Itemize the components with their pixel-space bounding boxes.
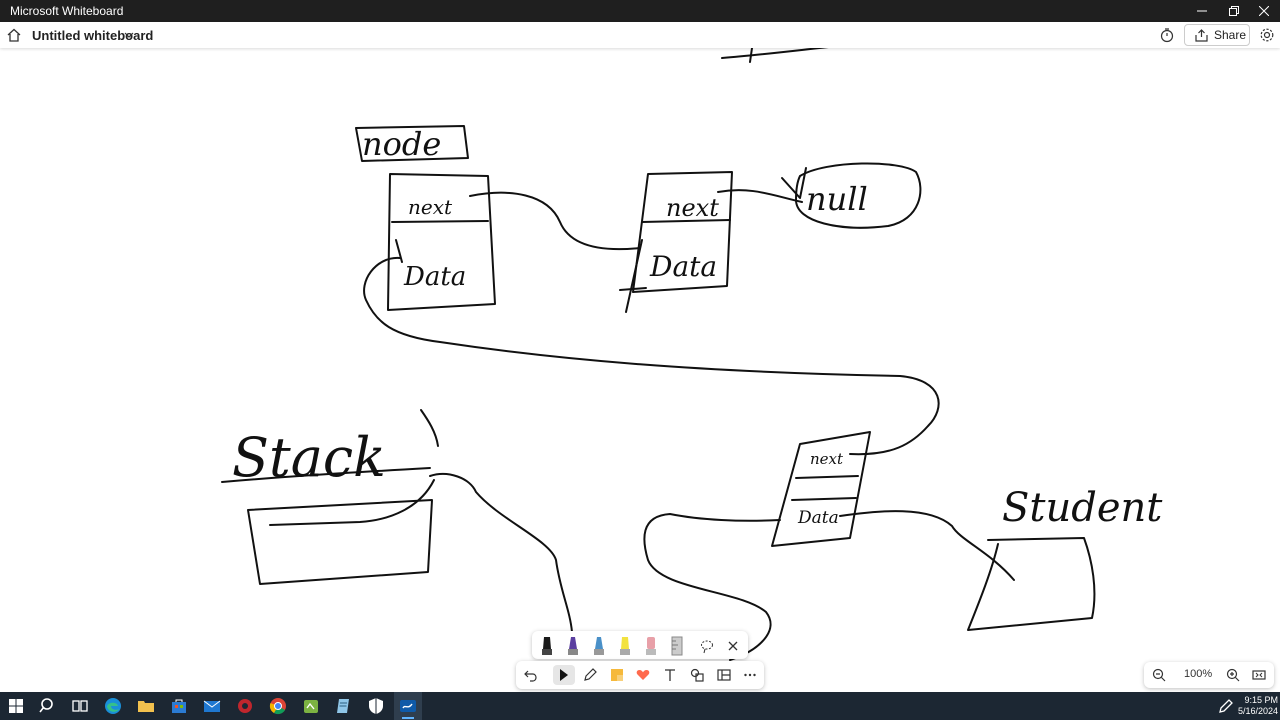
file-explorer-icon[interactable]: [136, 696, 156, 716]
mail-icon[interactable]: [202, 696, 222, 716]
node3-divider-1: [795, 475, 859, 479]
app-red-icon[interactable]: [235, 696, 255, 716]
eraser-icon[interactable]: [644, 635, 658, 657]
window-title: Microsoft Whiteboard: [10, 4, 124, 18]
timer-icon[interactable]: [1159, 27, 1175, 43]
link-node3-student: [839, 510, 1015, 581]
home-icon[interactable]: [6, 27, 22, 43]
windows-start-icon[interactable]: [6, 696, 26, 716]
whiteboard-taskbar-active[interactable]: [394, 692, 422, 720]
reactions-heart-icon[interactable]: [632, 665, 654, 685]
chrome-icon[interactable]: [268, 696, 288, 716]
search-icon[interactable]: [38, 696, 58, 716]
ink-text-data-3: Data: [797, 508, 839, 528]
fit-screen-icon[interactable]: [1252, 668, 1266, 682]
ink-stroke-top: [721, 48, 829, 59]
sticky-note-icon[interactable]: [606, 665, 628, 685]
stack-box: [247, 499, 433, 585]
node2-left-stroke: [625, 239, 643, 313]
ink-text-next-2: next: [666, 194, 719, 222]
bottom-toolbar: [516, 661, 764, 689]
zoom-in-icon[interactable]: [1226, 668, 1240, 682]
clock-date: 5/16/2024: [1238, 706, 1279, 716]
clock[interactable]: 9:15 PM 5/16/2024: [1238, 695, 1278, 717]
gear-icon[interactable]: [1259, 27, 1275, 43]
close-tray-icon[interactable]: [726, 635, 740, 657]
select-tool-icon[interactable]: [553, 665, 575, 685]
zoom-level: 100%: [1184, 668, 1213, 680]
zoom-controls: 100%: [1144, 662, 1274, 688]
pen-tool-icon[interactable]: [579, 665, 601, 685]
purple-pen-icon[interactable]: [566, 635, 580, 657]
stack-down-curve: [429, 473, 573, 633]
share-icon: [1195, 28, 1208, 42]
store-icon[interactable]: [169, 696, 189, 716]
black-pen-icon[interactable]: [540, 635, 554, 657]
node1-divider: [391, 220, 489, 223]
shapes-icon[interactable]: [686, 665, 708, 685]
templates-icon[interactable]: [713, 665, 735, 685]
highlighter-icon[interactable]: [618, 635, 632, 657]
ink-text-student: Student: [1002, 485, 1163, 531]
ink-text-next-1: next: [408, 195, 453, 219]
ink-text-next-3: next: [810, 450, 844, 468]
close-window-icon[interactable]: [1248, 0, 1280, 22]
whiteboard-canvas[interactable]: node next Data next Data null Stack next…: [0, 48, 1280, 692]
text-tool-icon[interactable]: [659, 665, 681, 685]
chevron-down-icon[interactable]: [124, 30, 134, 40]
edge-browser-icon[interactable]: [103, 696, 123, 716]
blue-pen-icon[interactable]: [592, 635, 606, 657]
lasso-icon[interactable]: [700, 635, 714, 657]
app-green-icon[interactable]: [301, 696, 321, 716]
stack-tick: [420, 409, 439, 447]
app-header: Untitled whiteboard Share: [0, 22, 1280, 48]
ink-text-stack: Stack: [232, 426, 386, 489]
whiteboard-app-icon: [400, 700, 416, 712]
zoom-out-icon[interactable]: [1152, 668, 1166, 682]
windows-taskbar: [0, 692, 1280, 720]
pen-tray-icon[interactable]: [1216, 696, 1236, 716]
restore-icon[interactable]: [1218, 0, 1250, 22]
undo-icon[interactable]: [520, 665, 542, 685]
share-button[interactable]: Share: [1184, 24, 1250, 46]
ink-text-data-2: Data: [649, 250, 717, 283]
clock-time: 9:15 PM: [1244, 695, 1278, 705]
null-arrow: [781, 167, 807, 199]
link-node1-node2: [469, 191, 641, 251]
pen-tray: [532, 631, 748, 659]
ink-text-null: null: [806, 180, 868, 218]
ink-stroke-top-2: [749, 48, 753, 63]
ink-text-node: node: [362, 125, 441, 163]
task-view-icon[interactable]: [70, 696, 90, 716]
notepad-icon[interactable]: [334, 696, 354, 716]
ink-text-data-1: Data: [403, 262, 466, 292]
minimize-icon[interactable]: [1186, 0, 1218, 22]
more-options-icon[interactable]: [739, 665, 761, 685]
node3-divider-2: [791, 497, 857, 501]
ruler-icon[interactable]: [670, 635, 684, 657]
board-title[interactable]: Untitled whiteboard: [32, 28, 153, 43]
security-shield-icon[interactable]: [366, 696, 386, 716]
share-label: Share: [1214, 28, 1247, 42]
window-title-bar: Microsoft Whiteboard: [0, 0, 1280, 22]
student-box: [967, 537, 1096, 631]
node2-base-stroke: [619, 287, 647, 291]
